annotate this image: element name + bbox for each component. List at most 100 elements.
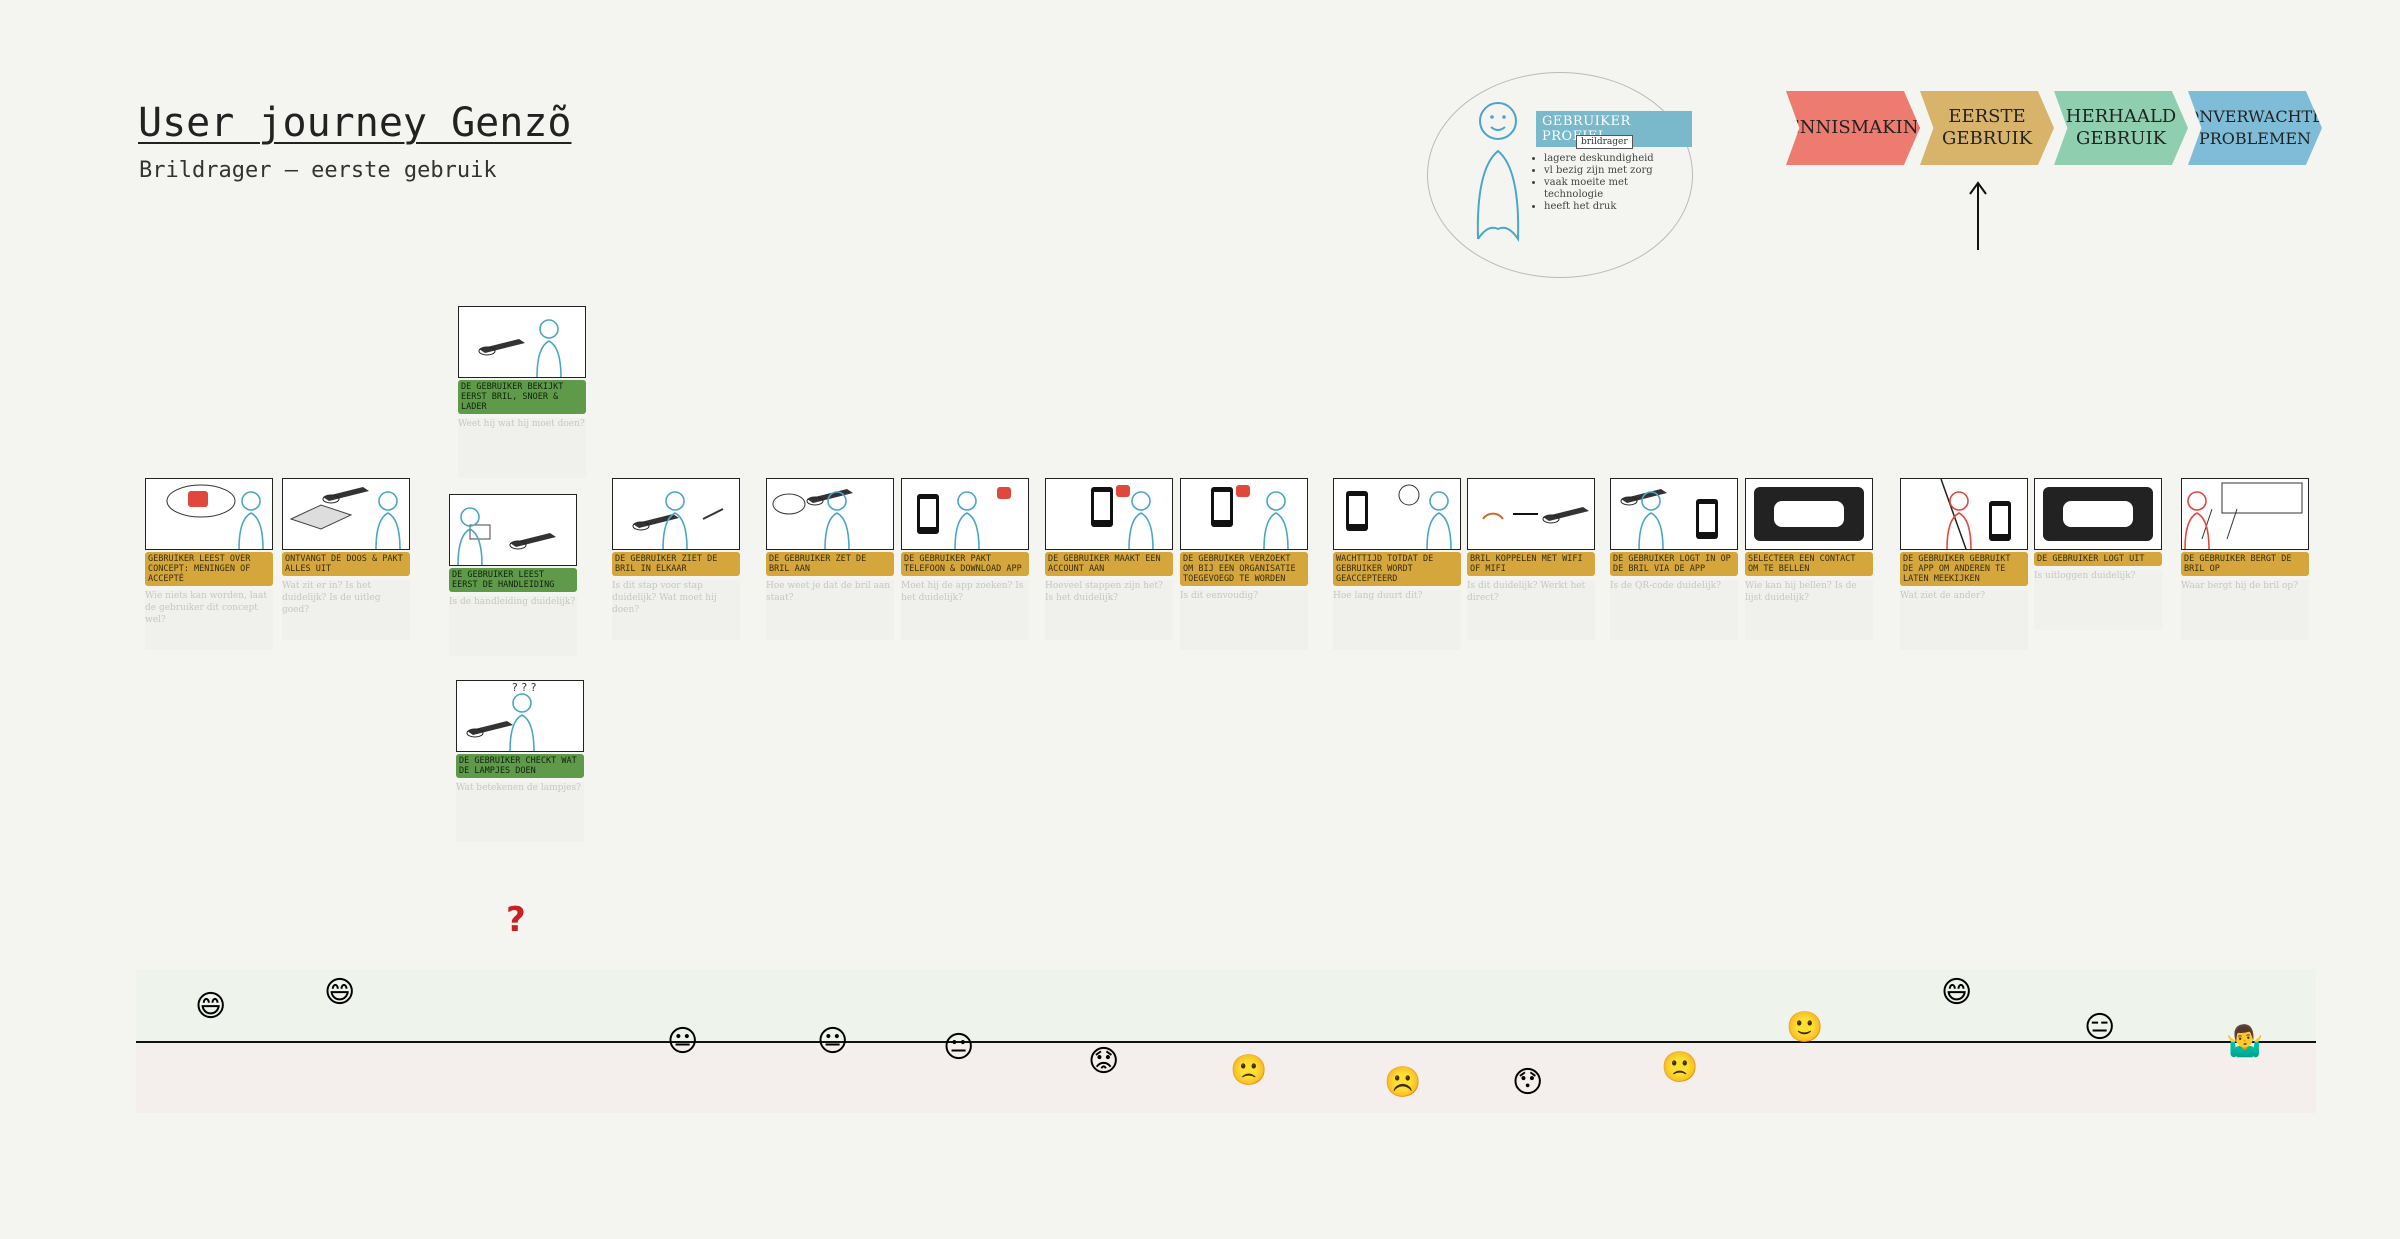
step-notes: Hoe lang duurt dit?	[1333, 590, 1461, 650]
persona-label: brildrager	[1576, 135, 1633, 149]
step-caption: De gebruiker pakt telefoon & download ap…	[901, 552, 1029, 576]
storyboard-step-card[interactable]: De gebruiker bekijkt eerst bril, snoer &…	[458, 306, 588, 478]
emotion-point-icon: 😐	[943, 1029, 975, 1065]
step-notes: Wat betekenen de lampjes?	[456, 782, 584, 842]
emotion-point-icon: 🙂	[1786, 1009, 1824, 1045]
emotion-point-icon: 😟	[1088, 1044, 1120, 1080]
emotion-point-icon: 😄	[195, 989, 227, 1025]
phase-herhaald-gebruik[interactable]: Herhaald gebruik	[2054, 91, 2188, 165]
step-caption: De gebruiker maakt een account aan	[1045, 552, 1173, 576]
emotion-point-icon: 🙁	[1661, 1050, 1699, 1086]
step-notes: Is dit stap voor stap duidelijk? Wat moe…	[612, 580, 740, 640]
step-notes: Is de handleiding duidelijk?	[449, 596, 577, 656]
step-notes: Hoe weet je dat de bril aan staat?	[766, 580, 894, 640]
phase-kennismaking[interactable]: Kennismaking	[1786, 91, 1920, 165]
step-notes: Wat ziet de ander?	[1900, 590, 2028, 650]
step-notes: Wie kan hij bellen? Is de lijst duidelij…	[1745, 580, 1873, 640]
step-caption: De gebruiker bergt de bril op	[2181, 552, 2309, 576]
step-caption: De gebruiker zet de bril aan	[766, 552, 894, 576]
sketch-call-screen-icon	[1745, 478, 1873, 550]
emotion-point-icon: 🙁	[1230, 1053, 1268, 1088]
step-notes: Waar bergt hij de bril op?	[2181, 580, 2309, 640]
storyboard-step-card[interactable]: De gebruiker leest eerst de handleiding I…	[449, 494, 579, 656]
journey-subtitle: Brildrager – eerste gebruik	[139, 158, 497, 183]
step-caption: De gebruiker leest eerst de handleiding	[449, 568, 577, 592]
step-caption: Wachttijd totdat de gebruiker wordt geac…	[1333, 552, 1461, 586]
sketch-phone-app-icon	[901, 478, 1029, 550]
sketch-manual-icon	[449, 494, 577, 566]
sketch-confused-icon: ? ? ?	[456, 680, 584, 752]
step-caption: Gebruiker leest over concept: meningen o…	[145, 552, 273, 586]
storyboard-step-card[interactable]: De gebruiker gebruikt de app om anderen …	[1900, 478, 2030, 650]
step-notes: Is uitloggen duidelijk?	[2034, 570, 2162, 630]
step-caption: De gebruiker logt in op de bril via de a…	[1610, 552, 1738, 576]
storyboard-step-card[interactable]: Gebruiker leest over concept: meningen o…	[145, 478, 275, 650]
step-notes: Wie niets kan worden, laat de gebruiker …	[145, 590, 273, 650]
uncertainty-question-mark: ?	[506, 900, 526, 940]
positive-emotion-band	[136, 969, 2316, 1042]
sketch-wifi-icon	[1467, 478, 1595, 550]
sketch-share-view-icon	[1900, 478, 2028, 550]
emotion-baseline	[136, 1041, 2316, 1043]
step-caption: De gebruiker gebruikt de app om anderen …	[1900, 552, 2028, 586]
step-caption: Bril koppelen met wifi of mifi	[1467, 552, 1595, 576]
step-caption: De gebruiker checkt wat de lampjes doen	[456, 754, 584, 778]
step-caption: De gebruiker ziet de bril in elkaar	[612, 552, 740, 576]
emotion-point-icon: 😄	[1941, 974, 1973, 1010]
step-caption: De gebruiker verzoekt om bij een organis…	[1180, 552, 1308, 586]
emotion-point-icon: 🤷‍♂️	[2226, 1024, 2264, 1059]
step-caption: Selecteer een contact om te bellen	[1745, 552, 1873, 576]
step-notes: Is de QR-code duidelijk?	[1610, 580, 1738, 640]
storyboard-step-card[interactable]: De gebruiker maakt een account aan Hoevee…	[1045, 478, 1175, 640]
sketch-phone-account-icon	[1045, 478, 1173, 550]
emotion-point-icon: 😄	[324, 974, 356, 1010]
emotion-point-icon: 😯	[1512, 1064, 1544, 1100]
phase-eerste-gebruik[interactable]: Eerste gebruik	[1920, 91, 2054, 165]
step-caption: De gebruiker bekijkt eerst bril, snoer &…	[458, 380, 586, 414]
step-notes: Hoeveel stappen zijn het? Is het duideli…	[1045, 580, 1173, 640]
step-caption: Ontvangt de doos & pakt alles uit	[282, 552, 410, 576]
sketch-unbox-icon	[282, 478, 410, 550]
profile-trait: vl bezig zijn met zorg	[1544, 165, 1672, 177]
storyboard-step-card[interactable]: Ontvangt de doos & pakt alles uit Wat zit…	[282, 478, 412, 640]
sketch-assemble-icon	[612, 478, 740, 550]
emotion-point-icon: 😑	[2084, 1009, 2116, 1045]
journey-title: User journey Genzõ	[138, 100, 572, 146]
storyboard-step-card[interactable]: De gebruiker zet de bril aan Hoe weet je …	[766, 478, 896, 640]
step-notes: Is dit duidelijk? Werkt het direct?	[1467, 580, 1595, 640]
current-phase-arrow-icon	[1969, 181, 1987, 250]
step-notes: Weet hij wat hij moet doen?	[458, 418, 586, 478]
svg-text:? ? ?: ? ? ?	[512, 681, 537, 694]
storyboard-step-card[interactable]: De gebruiker verzoekt om bij een organis…	[1180, 478, 1310, 650]
sketch-phone-org-icon	[1180, 478, 1308, 550]
step-notes: Is dit eenvoudig?	[1180, 590, 1308, 650]
storyboard-step-card[interactable]: De gebruiker bergt de bril op Waar bergt …	[2181, 478, 2311, 640]
emotion-point-icon: ☹️	[1384, 1064, 1422, 1100]
profile-trait: vaak moeite met technologie	[1544, 177, 1672, 201]
storyboard-step-card[interactable]: ? ? ? De gebruiker checkt wat de lampjes …	[456, 680, 586, 842]
storyboard-step-card[interactable]: Selecteer een contact om te bellen Wie ka…	[1745, 478, 1875, 640]
emotion-point-icon: 😐	[817, 1024, 849, 1059]
profile-traits: lagere deskundigheid vl bezig zijn met z…	[1532, 153, 1672, 213]
sketch-glasses-on-icon	[766, 478, 894, 550]
phase-onverwachte-problemen[interactable]: Onverwachte problemen	[2188, 91, 2322, 165]
sketch-logout-screen-icon	[2034, 478, 2162, 550]
storyboard-step-card[interactable]: De gebruiker pakt telefoon & download ap…	[901, 478, 1031, 640]
step-notes: Wat zit er in? Is het duidelijk? Is de u…	[282, 580, 410, 640]
sketch-wait-clock-icon	[1333, 478, 1461, 550]
user-profile-bubble: GEBRUIKER PROFIEL brildrager lagere desk…	[1427, 72, 1693, 278]
step-notes: Moet hij de app zoeken? Is het duidelijk…	[901, 580, 1029, 640]
storyboard-step-card[interactable]: De gebruiker logt uit Is uitloggen duidel…	[2034, 478, 2164, 630]
profile-trait: lagere deskundigheid	[1544, 153, 1672, 165]
sketch-glasses-look-icon	[458, 306, 586, 378]
storyboard-step-card[interactable]: De gebruiker ziet de bril in elkaar Is di…	[612, 478, 742, 640]
storyboard-step-card[interactable]: Wachttijd totdat de gebruiker wordt geac…	[1333, 478, 1463, 650]
sketch-phone-bubble-icon	[145, 478, 273, 550]
storyboard-step-card[interactable]: De gebruiker logt in op de bril via de a…	[1610, 478, 1740, 640]
storyboard-step-card[interactable]: Bril koppelen met wifi of mifi Is dit dui…	[1467, 478, 1597, 640]
emotion-point-icon: 😐	[667, 1024, 699, 1059]
sketch-storage-icon	[2181, 478, 2309, 550]
sketch-qr-login-icon	[1610, 478, 1738, 550]
step-caption: De gebruiker logt uit	[2034, 552, 2162, 566]
negative-emotion-band	[136, 1042, 2316, 1113]
